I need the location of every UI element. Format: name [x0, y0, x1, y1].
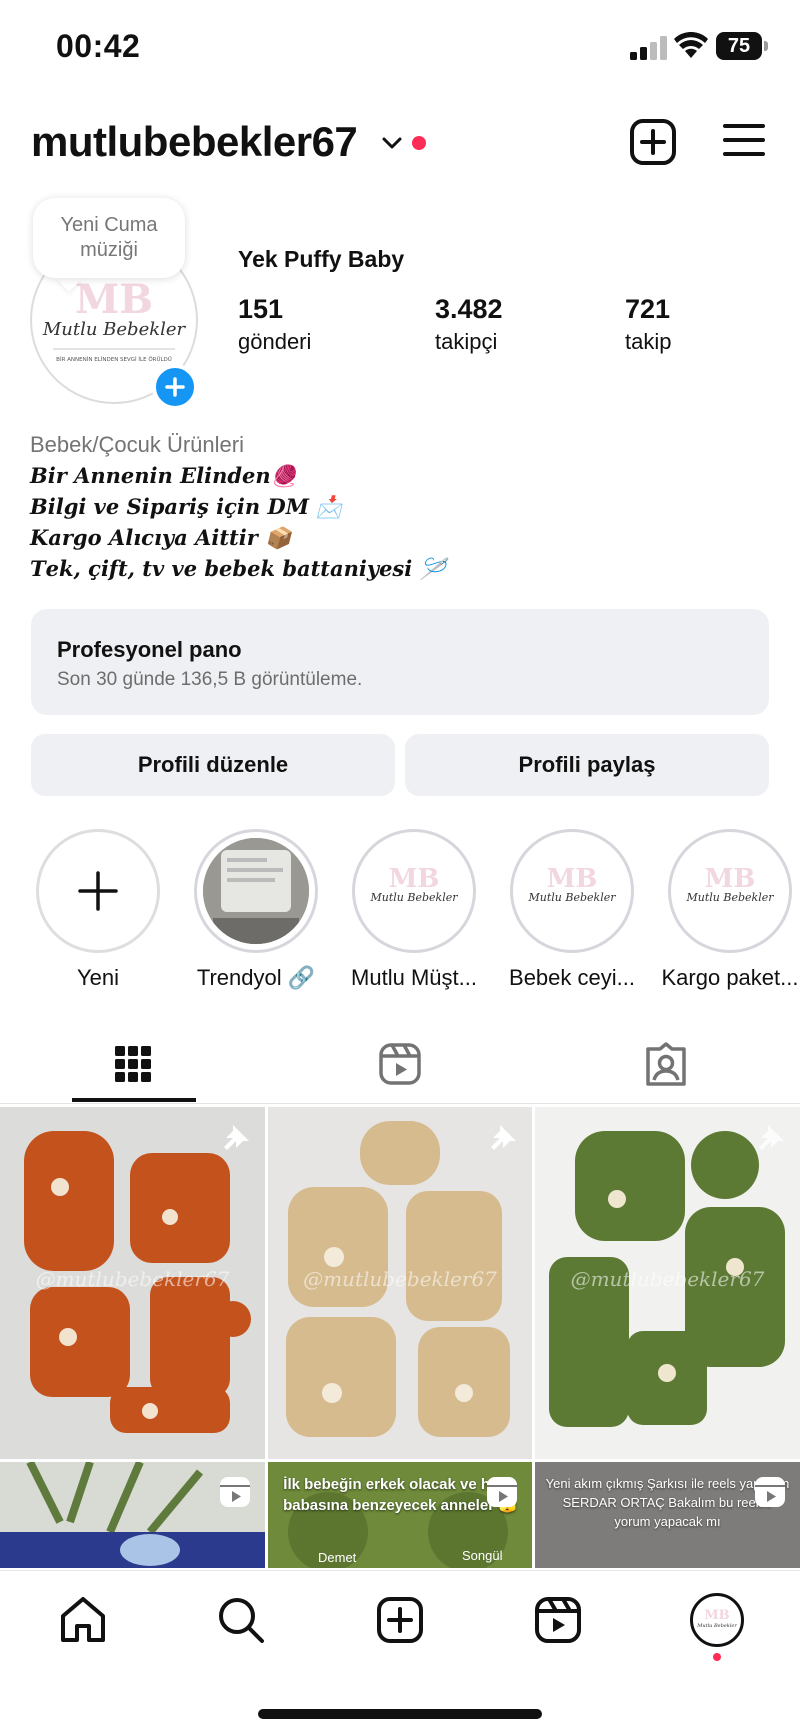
reel-tag: Demet — [318, 1550, 357, 1565]
menu-icon[interactable] — [722, 120, 766, 160]
post-tile[interactable]: @mutlubebekler67 — [268, 1107, 532, 1459]
grid-icon[interactable] — [109, 1040, 157, 1088]
highlight-label: Kargo paket... — [661, 965, 799, 990]
watermark: @mutlubebekler67 — [35, 1267, 230, 1291]
svg-text:MB: MB — [705, 864, 756, 894]
stat-following[interactable]: 721 takip — [625, 294, 671, 355]
reels-icon — [487, 1477, 517, 1507]
stat-posts[interactable]: 151 gönderi — [238, 294, 311, 355]
watermark: @mutlubebekler67 — [303, 1267, 497, 1291]
create-icon[interactable] — [375, 1595, 425, 1645]
display-name: Yek Puffy Baby — [238, 246, 405, 272]
pin-icon — [224, 1123, 249, 1150]
svg-text:MB: MB — [389, 864, 440, 894]
status-time: 00:42 — [56, 28, 141, 64]
notification-dot — [412, 136, 426, 150]
tagged-icon[interactable] — [642, 1040, 690, 1088]
bio: Bebek/Çocuk Ürünleri 𝑩𝒊𝒓 𝑨𝒏𝒏𝒆𝒏𝒊𝒏 𝑬𝒍𝒊𝒏𝒅𝒆𝒏… — [30, 430, 770, 584]
highlight-cover: MB Mutlu Bebekler — [361, 838, 467, 944]
share-profile-button[interactable]: Profili paylaş — [405, 734, 769, 796]
dashboard-title: Profesyonel pano — [57, 637, 242, 662]
highlight-label: Trendyol 🔗 — [196, 965, 316, 990]
wifi-icon — [674, 32, 708, 58]
tab-indicator — [72, 1098, 196, 1102]
add-story-button[interactable] — [152, 364, 198, 410]
highlight-shipping[interactable]: MB Mutlu Bebekler Kargo paket... — [660, 829, 800, 991]
bio-line: 𝑲𝒂𝒓𝒈𝒐 𝑨𝒍ı𝒄ı𝒚𝒂 𝑨𝒊𝒕𝒕𝒊𝒓 📦 — [30, 525, 292, 550]
reels-icon — [755, 1477, 785, 1507]
reels-icon — [220, 1477, 250, 1507]
stat-label: takipçi — [435, 329, 498, 354]
watermark: @mutlubebekler67 — [570, 1267, 765, 1291]
highlight-new[interactable]: Yeni — [28, 829, 168, 991]
svg-text:MB: MB — [704, 1608, 729, 1623]
stat-label: gönderi — [238, 329, 312, 354]
account-switcher[interactable]: mutlubebekler67 — [31, 118, 358, 166]
pin-icon — [491, 1123, 516, 1150]
stat-label: takip — [625, 329, 672, 354]
brand-logo: MB Mutlu Bebekler — [528, 864, 617, 904]
create-post-icon[interactable] — [629, 118, 677, 166]
posts-grid: @mutlubebekler67 @mutlubebekler67 @mutlu… — [0, 1107, 800, 1568]
bottom-nav: MB Mutlu Bebekler — [0, 1570, 800, 1731]
svg-text:Mutlu Bebekler: Mutlu Bebekler — [686, 891, 775, 904]
highlight-customers[interactable]: MB Mutlu Bebekler Mutlu Müşt... — [344, 829, 484, 991]
svg-text:Mutlu Bebekler: Mutlu Bebekler — [370, 891, 459, 904]
brand-logo: MB Mutlu Bebekler — [696, 1608, 737, 1629]
highlight-label: Yeni — [76, 965, 119, 990]
reels-icon[interactable] — [376, 1040, 424, 1088]
pin-icon — [759, 1123, 784, 1150]
reels-icon[interactable] — [533, 1595, 583, 1645]
search-icon[interactable] — [216, 1595, 266, 1645]
profile-tabs — [0, 1028, 800, 1104]
post-tile[interactable]: @mutlubebekler67 — [535, 1107, 800, 1459]
svg-text:Mutlu Bebekler: Mutlu Bebekler — [42, 319, 187, 340]
svg-text:Mutlu Bebekler: Mutlu Bebekler — [696, 1623, 737, 1629]
svg-text:Mutlu Bebekler: Mutlu Bebekler — [528, 891, 617, 904]
home-icon[interactable] — [58, 1595, 108, 1645]
reel-tag: Songül — [462, 1548, 503, 1563]
highlight-cover: MB Mutlu Bebekler — [519, 838, 625, 944]
profile-header: mutlubebekler67 — [0, 104, 800, 180]
reel-tile[interactable]: Yeni akım çıkmış Şarkısı ile reels yaptı… — [535, 1462, 800, 1568]
stat-value: 721 — [625, 294, 671, 324]
note-bubble[interactable]: Yeni Cuma müziği — [33, 198, 185, 278]
cellular-signal-icon — [630, 36, 667, 60]
stat-value: 151 — [238, 294, 284, 324]
plus-icon — [165, 377, 185, 397]
reel-tile[interactable]: İlk bebeğin erkek olacak ve huyu babasın… — [268, 1462, 532, 1568]
chevron-down-icon[interactable] — [380, 134, 404, 152]
stat-value: 3.482 — [435, 294, 503, 324]
highlight-label: Bebek ceyi... — [509, 965, 635, 990]
plus-icon — [78, 871, 118, 911]
status-bar: 00:42 75 — [0, 0, 800, 96]
highlight-cover: MB Mutlu Bebekler — [677, 838, 783, 944]
stat-followers[interactable]: 3.482 takipçi — [435, 294, 503, 355]
svg-text:BİR ANNENİN ELİNDEN SEVGİ İLE: BİR ANNENİN ELİNDEN SEVGİ İLE ÖRÜLDÜ — [56, 356, 172, 363]
reel-tile[interactable] — [0, 1462, 265, 1568]
highlight-label: Mutlu Müşt... — [351, 965, 477, 990]
brand-logo: MB Mutlu Bebekler — [686, 864, 775, 904]
battery-icon: 75 — [716, 32, 768, 60]
highlight-dowry[interactable]: MB Mutlu Bebekler Bebek ceyi... — [502, 829, 642, 991]
svg-text:MB: MB — [75, 276, 153, 323]
dashboard-subtitle: Son 30 günde 136,5 B görüntüleme. — [57, 669, 363, 690]
edit-profile-button[interactable]: Profili düzenle — [31, 734, 395, 796]
home-indicator — [258, 1709, 542, 1719]
brand-logo: MB Mutlu Bebekler — [370, 864, 459, 904]
bio-line: 𝑩𝒊𝒓 𝑨𝒏𝒏𝒆𝒏𝒊𝒏 𝑬𝒍𝒊𝒏𝒅𝒆𝒏🧶 — [30, 463, 297, 488]
bio-category: Bebek/Çocuk Ürünleri — [30, 432, 244, 457]
notification-dot — [713, 1653, 721, 1661]
battery-level: 75 — [716, 32, 762, 60]
post-tile[interactable]: @mutlubebekler67 — [0, 1107, 265, 1459]
bio-line: 𝑻𝒆𝒌, ç𝒊𝒇𝒕, 𝒕𝒗 𝒗𝒆 𝒃𝒆𝒃𝒆𝒌 𝒃𝒂𝒕𝒕𝒂𝒏𝒊𝒚𝒆𝒔𝒊 🪡 — [30, 556, 446, 581]
professional-dashboard[interactable]: Profesyonel pano Son 30 günde 136,5 B gö… — [31, 609, 769, 715]
profile-avatar-icon[interactable]: MB Mutlu Bebekler — [690, 1593, 744, 1647]
bio-line: 𝑩𝒊𝒍𝒈𝒊 𝒗𝒆 𝑺𝒊𝒑𝒂𝒓𝒊ş 𝒊ç𝒊𝒏 𝑫𝑴 📩 — [30, 494, 343, 519]
highlight-trendyol[interactable]: Trendyol 🔗 — [186, 829, 326, 991]
highlight-cover — [203, 838, 309, 944]
svg-text:MB: MB — [547, 864, 598, 894]
